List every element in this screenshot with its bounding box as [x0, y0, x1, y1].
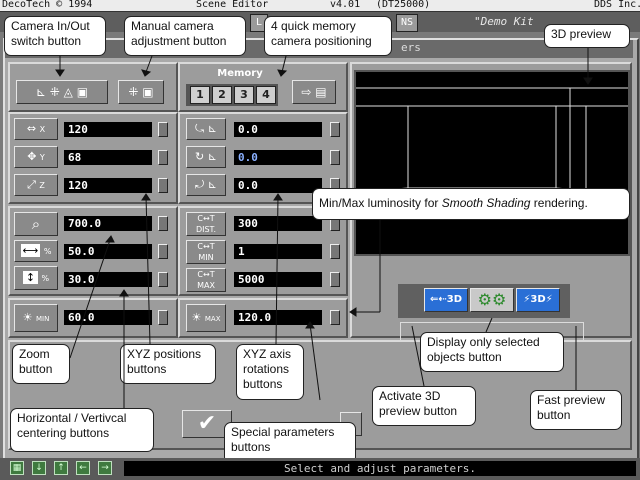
status-grid-icon[interactable]: ▦ [10, 461, 24, 475]
status-left-arrow-icon[interactable]: ← [76, 461, 90, 475]
status-right-arrow-icon[interactable]: → [98, 461, 112, 475]
status-down-arrow-icon[interactable]: ↓ [32, 461, 46, 475]
status-message: Select and adjust parameters. [124, 461, 636, 476]
status-up-arrow-icon[interactable]: ↑ [54, 461, 68, 475]
callout-arrows [55, 48, 593, 408]
